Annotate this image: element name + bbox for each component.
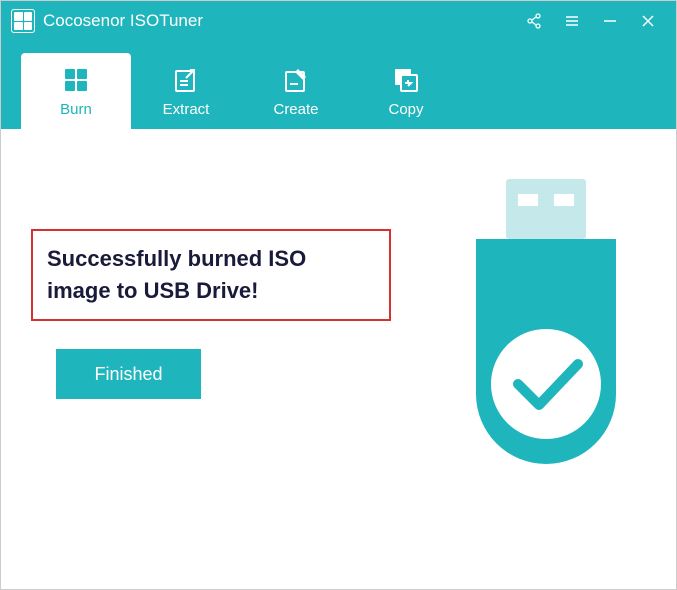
burn-icon	[61, 65, 91, 95]
app-title: Cocosenor ISOTuner	[43, 11, 524, 31]
tab-create[interactable]: Create	[241, 53, 351, 129]
window-controls	[524, 11, 666, 31]
success-message: Successfully burned ISO image to USB Dri…	[47, 243, 375, 307]
copy-icon	[391, 65, 421, 95]
create-icon	[281, 65, 311, 95]
tab-label: Copy	[388, 101, 423, 118]
success-message-box: Successfully burned ISO image to USB Dri…	[31, 229, 391, 321]
tab-label: Extract	[163, 101, 210, 118]
close-button[interactable]	[638, 11, 658, 31]
app-window: Cocosenor ISOTuner	[0, 0, 677, 590]
finished-button[interactable]: Finished	[56, 349, 201, 399]
extract-icon	[171, 65, 201, 95]
tab-extract[interactable]: Extract	[131, 53, 241, 129]
tab-bar: Burn Extract Create	[1, 41, 676, 129]
title-bar: Cocosenor ISOTuner	[1, 1, 676, 41]
tab-copy[interactable]: Copy	[351, 53, 461, 129]
share-icon[interactable]	[524, 11, 544, 31]
tab-burn[interactable]: Burn	[21, 53, 131, 129]
minimize-button[interactable]	[600, 11, 620, 31]
usb-success-icon	[436, 169, 656, 489]
tab-label: Create	[273, 101, 318, 118]
app-logo-icon	[11, 9, 35, 33]
tab-label: Burn	[60, 101, 92, 118]
main-content: Successfully burned ISO image to USB Dri…	[1, 129, 676, 589]
menu-icon[interactable]	[562, 11, 582, 31]
finished-button-label: Finished	[94, 364, 162, 385]
